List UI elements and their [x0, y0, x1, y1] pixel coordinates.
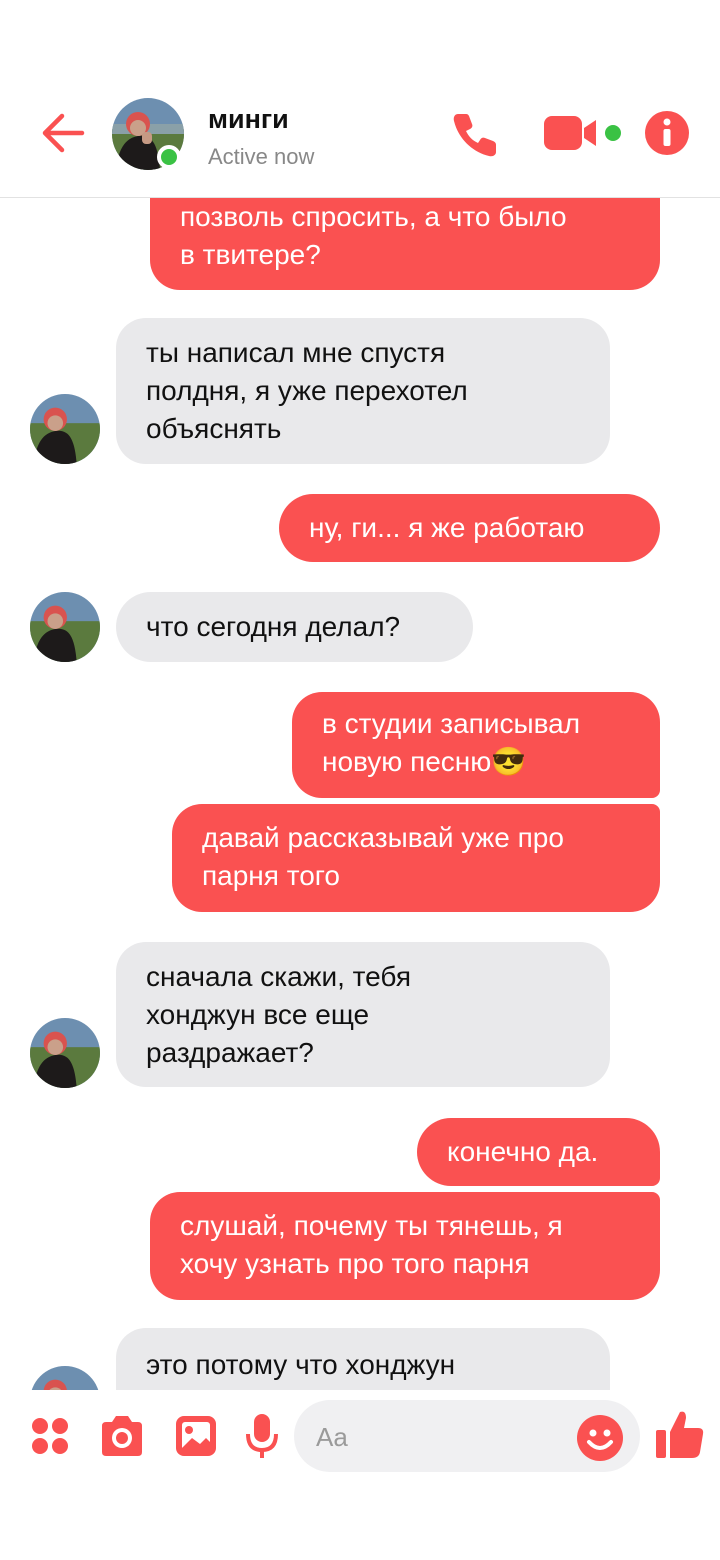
message-line: раздражает?: [146, 1037, 314, 1068]
sender-avatar[interactable]: [30, 1366, 100, 1390]
message-line: в твитере?: [180, 239, 321, 270]
contact-name[interactable]: минги: [208, 104, 289, 135]
message-line: парня того: [202, 860, 340, 891]
message-composer: Aa: [0, 1390, 720, 1560]
message-bubble-received[interactable]: что сегодня делал?: [116, 592, 473, 662]
message-line: в студии записывал: [322, 708, 581, 739]
microphone-icon[interactable]: [244, 1412, 280, 1460]
message-line: хочу узнать про того парня: [180, 1248, 530, 1279]
message-line: давай рассказывай уже про: [202, 822, 564, 853]
sender-avatar[interactable]: [30, 394, 100, 464]
back-arrow-icon[interactable]: [38, 108, 88, 158]
phone-icon[interactable]: [450, 108, 502, 160]
message-line: новую песню😎: [322, 746, 527, 777]
online-indicator: [157, 145, 181, 169]
video-camera-icon[interactable]: [542, 112, 624, 154]
message-line: это потому что хонджун: [146, 1349, 456, 1380]
message-line: ты написал мне спустя: [146, 337, 446, 368]
camera-icon[interactable]: [98, 1414, 146, 1458]
gallery-icon[interactable]: [174, 1414, 218, 1458]
message-input-placeholder: Aa: [316, 1422, 348, 1452]
message-bubble-sent[interactable]: конечно да.: [417, 1118, 660, 1186]
message-line: хонджун все еще: [146, 999, 370, 1030]
message-line: полдня, я уже перехотел: [146, 375, 468, 406]
apps-grid-icon[interactable]: [30, 1416, 70, 1456]
message-line: объяснять: [146, 413, 282, 444]
message-list[interactable]: позволь спросить, а что было в твитере? …: [0, 198, 720, 1390]
message-line: что сегодня делал?: [146, 611, 401, 642]
message-line: позволь спросить, а что было: [180, 201, 567, 232]
message-bubble-sent[interactable]: в студии записывал новую песню😎: [292, 692, 660, 798]
message-line: слушай, почему ты тянешь, я: [180, 1210, 563, 1241]
message-line: конечно да.: [447, 1136, 599, 1167]
message-bubble-sent[interactable]: ну, ги... я же работаю: [279, 494, 660, 562]
message-bubble-received[interactable]: это потому что хонджун: [116, 1328, 610, 1390]
chat-header: минги Active now: [0, 0, 720, 198]
message-bubble-sent[interactable]: давай рассказывай уже про парня того: [172, 804, 660, 912]
message-line: сначала скажи, тебя: [146, 961, 411, 992]
smiley-icon[interactable]: [576, 1414, 624, 1462]
sender-avatar[interactable]: [30, 592, 100, 662]
message-bubble-sent[interactable]: позволь спросить, а что было в твитере?: [150, 198, 660, 290]
info-icon[interactable]: [644, 110, 690, 156]
message-bubble-received[interactable]: ты написал мне спустя полдня, я уже пере…: [116, 318, 610, 464]
message-line: ну, ги... я же работаю: [309, 512, 585, 543]
message-bubble-received[interactable]: сначала скажи, тебя хонджун все еще разд…: [116, 942, 610, 1087]
message-bubble-sent[interactable]: слушай, почему ты тянешь, я хочу узнать …: [150, 1192, 660, 1300]
sender-avatar[interactable]: [30, 1018, 100, 1088]
contact-status: Active now: [208, 144, 315, 169]
thumbs-up-icon[interactable]: [654, 1408, 706, 1460]
